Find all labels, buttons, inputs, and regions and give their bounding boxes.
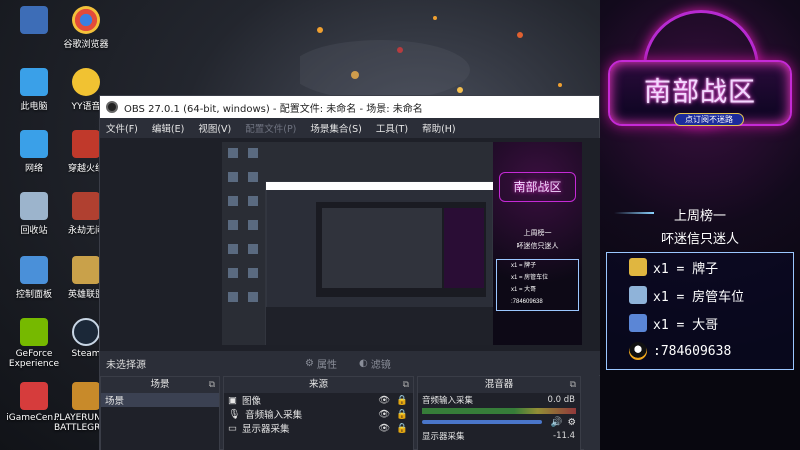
nested-panel-preview: 南部战区 上周榜一 吥迷信只迷人 x1 = 牌子 x1 = 房管车位 x1 = … (493, 142, 582, 345)
network-icon (20, 130, 48, 158)
source-toolbar: 未选择源 ⚙ 属性 ◐ 滤镜 (100, 351, 601, 375)
rank-row: x1 = 房管车位 (607, 281, 793, 309)
filters-button[interactable]: ◐ 滤镜 (359, 356, 391, 371)
lock-icon[interactable]: 🔒 (396, 395, 408, 406)
preview-canvas[interactable]: 南部战区 上周榜一 吥迷信只迷人 x1 = 牌子 x1 = 房管车位 x1 = … (222, 142, 582, 345)
nested-desktop-preview (222, 142, 494, 345)
sources-header: 来源 ⧉ (224, 377, 413, 393)
menu-scene-collection[interactable]: 场景集合(S) (310, 121, 361, 135)
scenes-dock: 场景 ⧉ 场景 (100, 376, 220, 450)
steam-icon (72, 318, 100, 346)
logo-title: 南部战区 (644, 77, 756, 108)
microphone-icon: 🎙 (228, 408, 241, 420)
stream-overlay-panel: 南部战区 点订阅不迷路 上周榜一 吥迷信只迷人 x1 = 牌子 x1 = 房管车… (600, 0, 800, 450)
gear-icon[interactable]: ⚙ (567, 417, 580, 428)
crossfire-icon (72, 130, 100, 158)
popout-icon[interactable]: ⧉ (570, 377, 576, 393)
eye-icon[interactable]: 👁 (378, 409, 390, 420)
menu-file[interactable]: 文件(F) (106, 121, 138, 135)
popout-icon[interactable]: ⧉ (403, 377, 409, 393)
obs-menu-bar: 文件(F) 编辑(E) 视图(V) 配置文件(P) 场景集合(S) 工具(T) … (100, 118, 599, 138)
scene-item[interactable]: 场景 (101, 393, 219, 407)
rank-subtitle: 吥迷信只迷人 (660, 232, 739, 247)
channel-logo: 南部战区 点订阅不迷路 (608, 60, 792, 126)
subscribe-badge: 点订阅不迷路 (674, 113, 744, 126)
menu-profile[interactable]: 配置文件(P) (245, 121, 296, 135)
eye-icon[interactable]: 👁 (378, 395, 390, 406)
mixer-db-value: 0.0 dB (547, 395, 575, 405)
filter-icon: ◐ (358, 357, 368, 369)
source-item-image[interactable]: ▣ 图像 👁 🔒 (224, 393, 413, 408)
obs-window: OBS 27.0.1 (64-bit, windows) - 配置文件: 未命名… (99, 95, 601, 450)
scenes-header: 场景 ⧉ (101, 377, 219, 393)
chrome-icon (72, 6, 100, 34)
popout-icon[interactable]: ⧉ (209, 377, 215, 393)
qq-row: :784609638 (607, 337, 793, 365)
naraka-icon (72, 192, 100, 220)
mixer-volume-row: 🔊 ⚙ (418, 415, 580, 429)
lock-icon[interactable]: 🔒 (396, 409, 408, 420)
yy-icon (72, 68, 100, 96)
volume-slider[interactable] (422, 420, 542, 424)
pubg-icon (72, 382, 100, 410)
mixer-channel-audio-input: 音频输入采集 0.0 dB (418, 393, 580, 407)
scrollbar[interactable] (584, 376, 600, 450)
menu-help[interactable]: 帮助(H) (422, 121, 456, 135)
spark-decoration (300, 16, 562, 100)
desktop-icon-chrome[interactable]: 谷歌浏览器 (54, 6, 118, 50)
rank-row: x1 = 牌子 (607, 253, 793, 281)
rank-row: x1 = 大哥 (607, 309, 793, 337)
rocket-icon (629, 314, 647, 332)
car-icon (629, 286, 647, 304)
speaker-icon[interactable]: 🔊 (551, 417, 563, 428)
control-panel-icon (20, 256, 48, 284)
eye-icon[interactable]: 👁 (378, 423, 390, 434)
mixer-db-value-2: -11.4 (553, 431, 575, 441)
gear-icon: ⚙ (305, 357, 314, 369)
rank-box: x1 = 牌子 x1 = 房管车位 x1 = 大哥 :784609638 (606, 252, 794, 370)
menu-edit[interactable]: 编辑(E) (152, 121, 184, 135)
league-icon (72, 256, 100, 284)
user-folder-icon (20, 6, 48, 34)
recycle-bin-icon (20, 192, 48, 220)
qq-icon (629, 342, 647, 360)
mixer-channel-display-capture: 显示器采集 -11.4 (418, 429, 580, 443)
nested-logo: 南部战区 (499, 172, 576, 202)
nested-rank-box: x1 = 牌子 x1 = 房管车位 x1 = 大哥 :784609638 (496, 259, 579, 311)
mixer-dock: 混音器 ⧉ 音频输入采集 0.0 dB 🔊 ⚙ 显示器采集 -11.4 (417, 376, 581, 450)
lock-icon[interactable]: 🔒 (396, 423, 408, 434)
obs-title-bar[interactable]: OBS 27.0.1 (64-bit, windows) - 配置文件: 未命名… (100, 96, 599, 118)
source-item-audio-input[interactable]: 🎙 音频输入采集 👁 🔒 (224, 407, 413, 422)
computer-icon (20, 68, 48, 96)
obs-logo-icon (106, 101, 118, 113)
rank-title: 上周榜一 (673, 209, 726, 224)
menu-tools[interactable]: 工具(T) (376, 121, 408, 135)
geforce-icon (20, 318, 48, 346)
no-source-label: 未选择源 (106, 359, 146, 371)
mixer-header: 混音器 ⧉ (418, 377, 580, 393)
obs-window-title: OBS 27.0.1 (64-bit, windows) - 配置文件: 未命名… (124, 103, 423, 115)
source-item-display-capture[interactable]: ▭ 显示器采集 👁 🔒 (224, 421, 413, 436)
audio-level-meter (422, 408, 576, 414)
menu-view[interactable]: 视图(V) (198, 121, 231, 135)
badge-icon (629, 258, 647, 276)
image-icon: ▣ (228, 394, 237, 406)
preview-area: 南部战区 上周榜一 吥迷信只迷人 x1 = 牌子 x1 = 房管车位 x1 = … (100, 138, 601, 351)
monitor-icon: ▭ (228, 422, 237, 434)
sources-dock: 来源 ⧉ ▣ 图像 👁 🔒 🎙 音频输入采集 👁 🔒 ▭ 显示器采集 👁 🔒 (223, 376, 414, 450)
igame-icon (20, 382, 48, 410)
properties-button[interactable]: ⚙ 属性 (305, 356, 337, 371)
docks: 场景 ⧉ 场景 来源 ⧉ ▣ 图像 👁 🔒 🎙 音频输入采集 👁 🔒 ▭ 显示器… (100, 376, 601, 450)
